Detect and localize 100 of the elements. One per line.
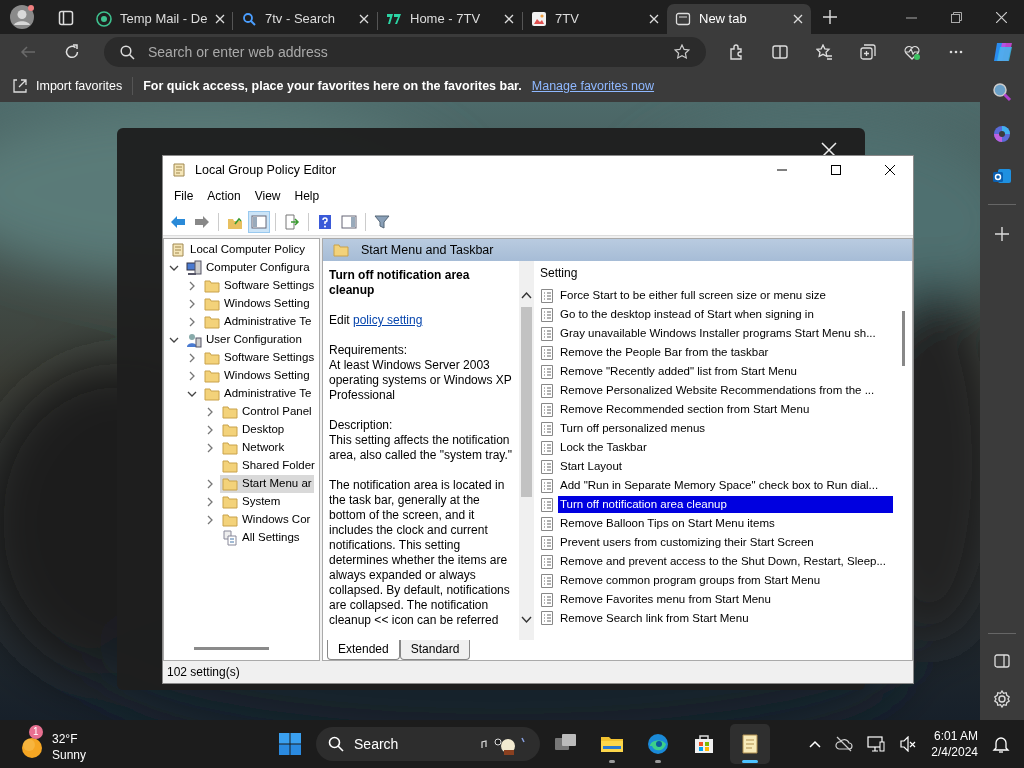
scrollbar[interactable] [519, 261, 534, 640]
tree-item[interactable]: Network [220, 439, 287, 457]
setting-item[interactable]: Lock the Taskbar [558, 439, 893, 456]
setting-item[interactable]: Gray unavailable Windows Installer programs Start Menu sh... [558, 325, 893, 342]
search-icon[interactable] [992, 82, 1012, 102]
search-box[interactable]: Search [316, 727, 541, 761]
tree-item[interactable]: Start Menu ar [220, 475, 314, 493]
sun-icon [20, 735, 44, 759]
browser-tab[interactable]: 7TV [523, 4, 667, 34]
tree-item[interactable]: Administrative Te [202, 313, 314, 331]
description-text: Description: This setting affects the notification area, also called the "system tray." [329, 418, 513, 463]
scroll-up-icon[interactable] [521, 291, 532, 299]
setting-item[interactable]: Prevent users from customizing their Start Screen [558, 534, 893, 551]
setting-item[interactable]: Start Layout [558, 458, 893, 475]
favorites-icon[interactable] [816, 44, 832, 60]
split-screen-icon[interactable] [772, 44, 788, 60]
collections-icon[interactable] [860, 44, 876, 60]
tree-item[interactable]: Windows Cor [220, 511, 313, 529]
maximize-icon[interactable] [831, 165, 841, 175]
tree-item[interactable]: Software Settings [202, 349, 317, 367]
weather-widget[interactable]: 1 32°F Sunny [20, 725, 87, 763]
menu-item[interactable]: Action [200, 184, 248, 208]
setting-item[interactable]: Remove Balloon Tips on Start Menu items [558, 515, 893, 532]
policy-setting-icon [540, 439, 554, 456]
tree-item[interactable]: User Configuration [184, 331, 304, 349]
browser-tab[interactable]: 7tv - Search [233, 4, 377, 34]
setting-item[interactable]: Remove common program groups from Start Menu [558, 572, 893, 589]
tree-item[interactable]: Desktop [220, 421, 287, 439]
chevron-up-icon[interactable] [809, 738, 822, 750]
setting-item[interactable]: Remove Search link from Start Menu [558, 609, 893, 627]
policy-setting-icon [540, 591, 554, 608]
outlook-icon[interactable] [992, 166, 1012, 186]
scrollbar[interactable] [194, 647, 269, 650]
tree-item[interactable]: Software Settings [202, 277, 317, 295]
health-icon[interactable] [904, 44, 920, 60]
manage-favorites-link[interactable]: Manage favorites now [531, 76, 655, 96]
scroll-down-icon[interactable] [521, 616, 532, 624]
star-icon[interactable] [674, 44, 690, 60]
setting-item[interactable]: Turn off personalized menus [558, 420, 893, 437]
setting-item[interactable]: Add "Run in Separate Memory Space" check box to Run dial... [558, 477, 893, 494]
settings-icon[interactable] [993, 690, 1011, 708]
network-icon[interactable] [867, 736, 886, 752]
avatar-icon[interactable] [10, 5, 34, 29]
favorites-bar-message: For quick access, place your favorites here on the favorites bar. [143, 77, 522, 95]
status-text: 102 setting(s) [167, 664, 240, 681]
folder-icon [222, 512, 238, 528]
import-icon [12, 78, 28, 94]
close-icon[interactable] [885, 165, 895, 175]
tree-item[interactable]: Windows Setting [202, 295, 312, 313]
tree-item[interactable]: System [220, 493, 283, 511]
setting-item[interactable]: Go to the desktop instead of Start when signing in [558, 306, 893, 323]
tree-item[interactable]: Administrative Te [202, 385, 314, 403]
tree-item[interactable]: Local Computer Policy [168, 241, 308, 259]
restore-icon[interactable] [951, 12, 962, 23]
browser-tab[interactable]: Temp Mail - De [88, 4, 232, 34]
edit-policy-text: Edit policy setting [329, 313, 424, 328]
setting-item[interactable]: Remove the People Bar from the taskbar [558, 344, 893, 361]
search-icon [120, 45, 135, 60]
filter-icon [374, 213, 390, 230]
tree-item[interactable]: Windows Setting [202, 367, 312, 385]
copilot-icon[interactable] [992, 124, 1012, 144]
tree-item[interactable]: Shared Folder [220, 457, 317, 475]
tree-item[interactable]: Control Panel [220, 403, 314, 421]
folder-icon [204, 278, 220, 294]
menu-item[interactable]: Help [287, 184, 327, 208]
browser-tab[interactable]: Home - 7TV [378, 4, 522, 34]
policy-setting-icon [540, 382, 554, 399]
policy-setting-link[interactable]: policy setting [353, 313, 423, 327]
cloud-off-icon[interactable] [835, 736, 854, 752]
setting-item[interactable]: Remove Recommended section from Start Menu [558, 401, 893, 418]
menu-item[interactable]: View [247, 184, 288, 208]
taskbar-app[interactable] [730, 724, 771, 764]
setting-item[interactable]: Remove "Recently added" list from Start Menu [558, 363, 893, 380]
setting-item[interactable]: Remove Personalized Website Recommendations from the ... [558, 382, 893, 399]
extensions-icon[interactable] [728, 44, 744, 60]
policy-setting-icon [540, 572, 554, 589]
setting-item[interactable]: Remove and prevent access to the Shut Down, Restart, Sleep... [558, 553, 893, 570]
view-tab[interactable]: Extended [327, 640, 400, 660]
muted-speaker-icon[interactable] [899, 736, 918, 752]
sidebar-toggle-icon[interactable] [994, 654, 1010, 668]
menu-item[interactable]: File [167, 184, 201, 208]
setting-item[interactable]: Force Start to be either full screen size or menu size [558, 287, 893, 304]
address-field[interactable]: Search or enter web address [104, 37, 706, 67]
setting-item[interactable]: Remove Favorites menu from Start Menu [558, 591, 893, 608]
clock[interactable]: 6:01 AM 2/4/2024 [931, 728, 978, 760]
weather-condition-text: Sunny [52, 747, 87, 763]
tree-item[interactable]: All Settings [220, 529, 302, 547]
setting-item[interactable]: Turn off notification area cleanup [558, 496, 893, 513]
browser-tab[interactable]: New tab [667, 4, 811, 34]
view-tab[interactable]: Standard [399, 640, 471, 660]
browser-icon [646, 732, 671, 756]
tab-actions-icon[interactable] [58, 10, 74, 26]
new-tab-icon[interactable] [823, 10, 837, 24]
column-header[interactable]: Setting [534, 261, 897, 285]
add-icon[interactable] [995, 227, 1009, 241]
tree-item[interactable]: Computer Configura [184, 259, 312, 277]
export-icon [284, 213, 300, 230]
import-favorites-button[interactable]: Import favorites [12, 76, 123, 96]
refresh-icon[interactable] [64, 44, 80, 60]
notification-bell-icon[interactable] [992, 735, 1010, 753]
